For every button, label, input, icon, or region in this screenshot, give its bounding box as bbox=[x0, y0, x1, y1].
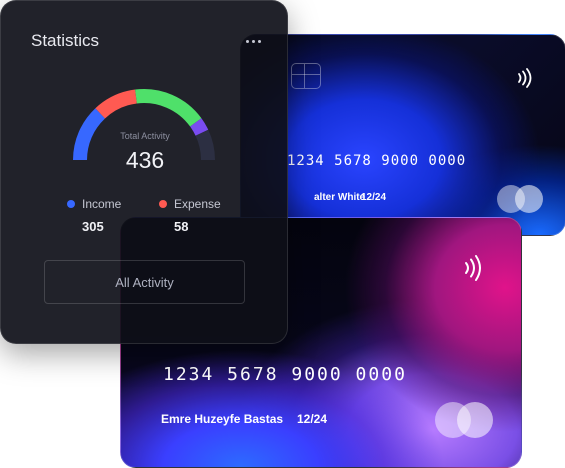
statistics-panel: Statistics Total Activity 436 Income Exp… bbox=[0, 0, 288, 344]
card-holder-name: alter White bbox=[314, 192, 366, 203]
contactless-icon bbox=[518, 68, 532, 88]
legend-income: Income bbox=[67, 197, 121, 211]
card-number: 1234 5678 9000 0000 bbox=[163, 364, 407, 385]
more-horizontal-icon[interactable] bbox=[239, 31, 267, 51]
expense-dot-icon bbox=[159, 200, 167, 208]
card-chip-icon bbox=[291, 63, 321, 89]
gauge-value: 436 bbox=[125, 147, 165, 173]
expense-value: 58 bbox=[174, 219, 189, 234]
gauge-segment bbox=[135, 89, 202, 127]
all-activity-button[interactable]: All Activity bbox=[44, 260, 245, 304]
legend-expense: Expense bbox=[159, 197, 221, 211]
mastercard-logo-icon bbox=[497, 185, 543, 213]
panel-title: Statistics bbox=[31, 31, 100, 50]
card-expiry: 12/24 bbox=[297, 412, 328, 426]
gauge-label: Total Activity bbox=[120, 131, 170, 141]
card-number: 1234 5678 9000 0000 bbox=[287, 153, 467, 169]
card-holder-name: Emre Huzeyfe Bastas bbox=[161, 412, 284, 426]
mastercard-logo-icon bbox=[435, 402, 493, 440]
gauge-segment bbox=[95, 89, 138, 119]
legend-label: Income bbox=[82, 197, 122, 211]
card-expiry: 12/24 bbox=[361, 192, 387, 203]
income-dot-icon bbox=[67, 200, 75, 208]
contactless-icon bbox=[465, 255, 481, 281]
legend-label: Expense bbox=[174, 197, 221, 211]
income-value: 305 bbox=[82, 219, 104, 234]
